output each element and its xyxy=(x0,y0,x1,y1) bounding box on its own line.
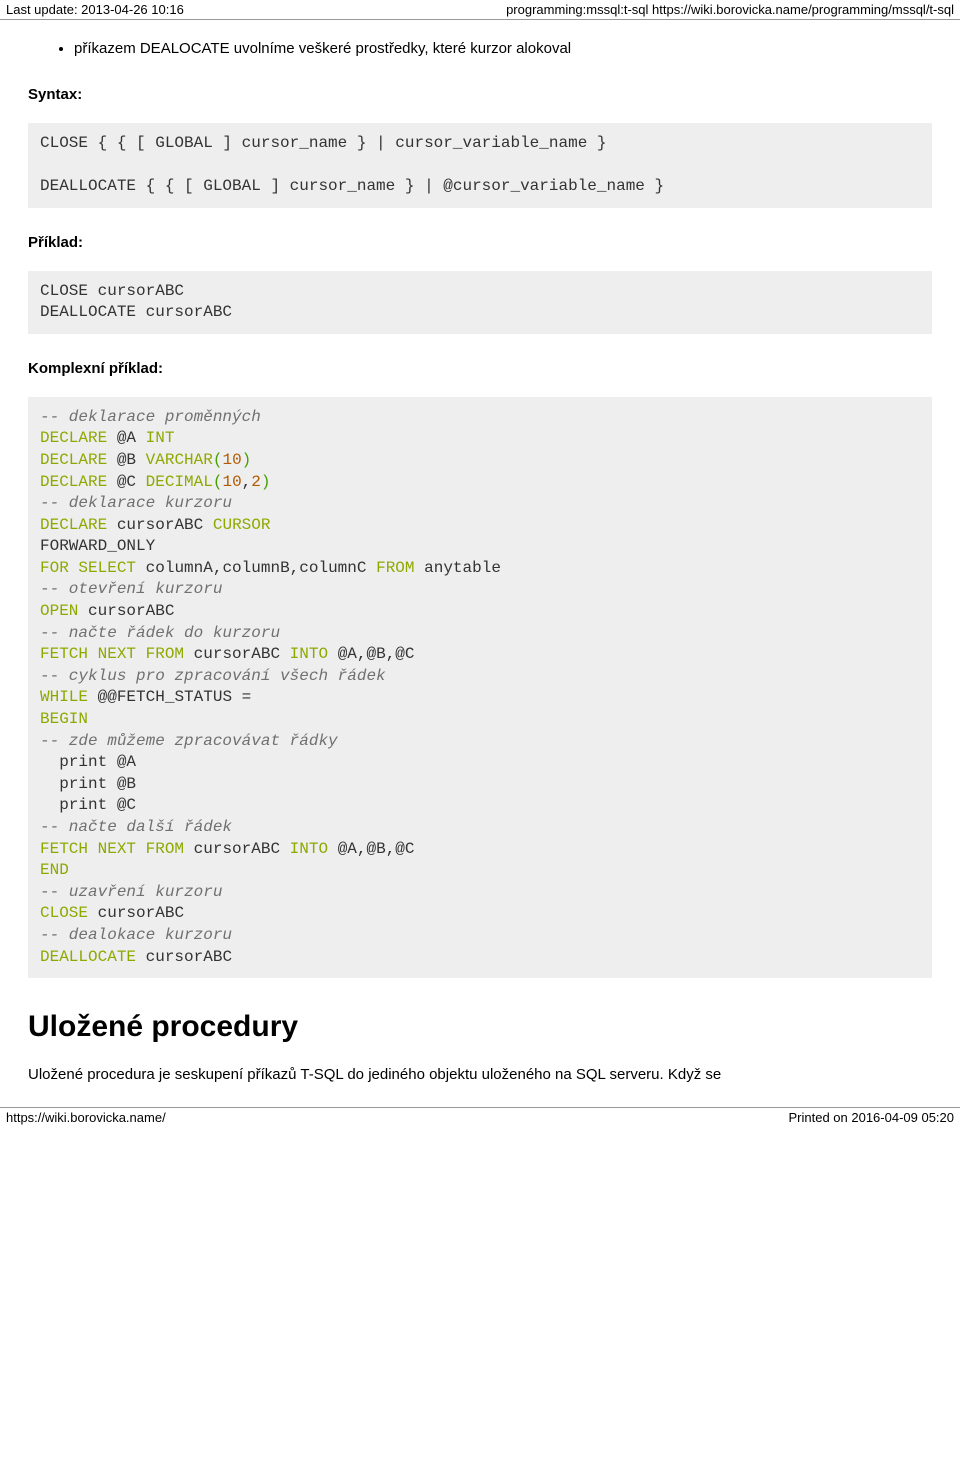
section-heading: Uložené procedury xyxy=(28,1010,932,1044)
num: 10 xyxy=(222,451,241,469)
footer-url: https://wiki.borovicka.name/ xyxy=(6,1110,166,1125)
kw-close: CLOSE xyxy=(40,904,88,922)
kw-deallocate: DEALLOCATE xyxy=(40,948,136,966)
stmt: print @B xyxy=(40,775,136,793)
kw-for: FOR xyxy=(40,559,69,577)
kw-declare: DECLARE xyxy=(40,429,107,447)
kw-declare: DECLARE xyxy=(40,516,107,534)
var: @B xyxy=(117,451,136,469)
example-label: Příklad: xyxy=(28,234,932,251)
ident: FORWARD_ONLY xyxy=(40,537,155,555)
vars: @A,@B,@C xyxy=(338,645,415,663)
stmt: print @A xyxy=(40,753,136,771)
code-block-complex: -- deklarace proměnných DECLARE @A INT D… xyxy=(28,397,932,978)
header-path: programming:mssql:t-sql https://wiki.bor… xyxy=(506,2,954,17)
page-content: příkazem DEALOCATE uvolníme veškeré pros… xyxy=(0,38,960,1087)
kw-end: END xyxy=(40,861,69,879)
kw-cursor: CURSOR xyxy=(213,516,271,534)
code-comment: -- zde můžeme zpracovávat řádky xyxy=(40,732,338,750)
cond: @@FETCH_STATUS = xyxy=(98,688,252,706)
ident: cursorABC xyxy=(88,602,174,620)
ident: cursorABC xyxy=(146,948,232,966)
kw-begin: BEGIN xyxy=(40,710,88,728)
ident: cursorABC xyxy=(194,840,280,858)
kw-into: INTO xyxy=(290,645,328,663)
bullet-list: příkazem DEALOCATE uvolníme veškeré pros… xyxy=(28,38,932,60)
code-comment: -- načte řádek do kurzoru xyxy=(40,624,280,642)
page-header: Last update: 2013-04-26 10:16 programmin… xyxy=(0,0,960,20)
ident: cursorABC xyxy=(117,516,203,534)
code-comment: -- uzavření kurzoru xyxy=(40,883,222,901)
ident: cursorABC xyxy=(98,904,184,922)
complex-example-label: Komplexní příklad: xyxy=(28,360,932,377)
paren: ) xyxy=(261,473,271,491)
code-comment: -- deklarace proměnných xyxy=(40,408,261,426)
footer-printed: Printed on 2016-04-09 05:20 xyxy=(788,1110,954,1125)
kw-declare: DECLARE xyxy=(40,473,107,491)
kw-while: WHILE xyxy=(40,688,88,706)
syntax-label: Syntax: xyxy=(28,86,932,103)
code-comment: -- deklarace kurzoru xyxy=(40,494,232,512)
num: 2 xyxy=(251,473,261,491)
var: @A xyxy=(117,429,136,447)
paragraph: Uložené procedura je seskupení příkazů T… xyxy=(28,1064,932,1087)
var: @C xyxy=(117,473,136,491)
stmt: print @C xyxy=(40,796,136,814)
code-block-example: CLOSE cursorABC DEALLOCATE cursorABC xyxy=(28,271,932,334)
type-decimal: DECIMAL xyxy=(146,473,213,491)
kw-into: INTO xyxy=(290,840,328,858)
table: anytable xyxy=(424,559,501,577)
kw-select: SELECT xyxy=(78,559,136,577)
bullet-item: příkazem DEALOCATE uvolníme veškeré pros… xyxy=(74,38,932,60)
kw-fetch: FETCH NEXT FROM xyxy=(40,840,184,858)
type-varchar: VARCHAR xyxy=(146,451,213,469)
ident: cursorABC xyxy=(194,645,280,663)
code-comment: -- dealokace kurzoru xyxy=(40,926,232,944)
kw-from: FROM xyxy=(376,559,414,577)
num: 10 xyxy=(222,473,241,491)
code-comment: -- načte další řádek xyxy=(40,818,232,836)
type-int: INT xyxy=(146,429,175,447)
page-footer: https://wiki.borovicka.name/ Printed on … xyxy=(0,1107,960,1127)
code-block-syntax: CLOSE { { [ GLOBAL ] cursor_name } | cur… xyxy=(28,123,932,208)
cols: columnA,columnB,columnC xyxy=(146,559,367,577)
code-comment: -- cyklus pro zpracování všech řádek xyxy=(40,667,386,685)
kw-open: OPEN xyxy=(40,602,78,620)
last-update: Last update: 2013-04-26 10:16 xyxy=(6,2,184,17)
code-comment: -- otevření kurzoru xyxy=(40,580,222,598)
vars: @A,@B,@C xyxy=(338,840,415,858)
paren: ) xyxy=(242,451,252,469)
kw-declare: DECLARE xyxy=(40,451,107,469)
kw-fetch: FETCH NEXT FROM xyxy=(40,645,184,663)
